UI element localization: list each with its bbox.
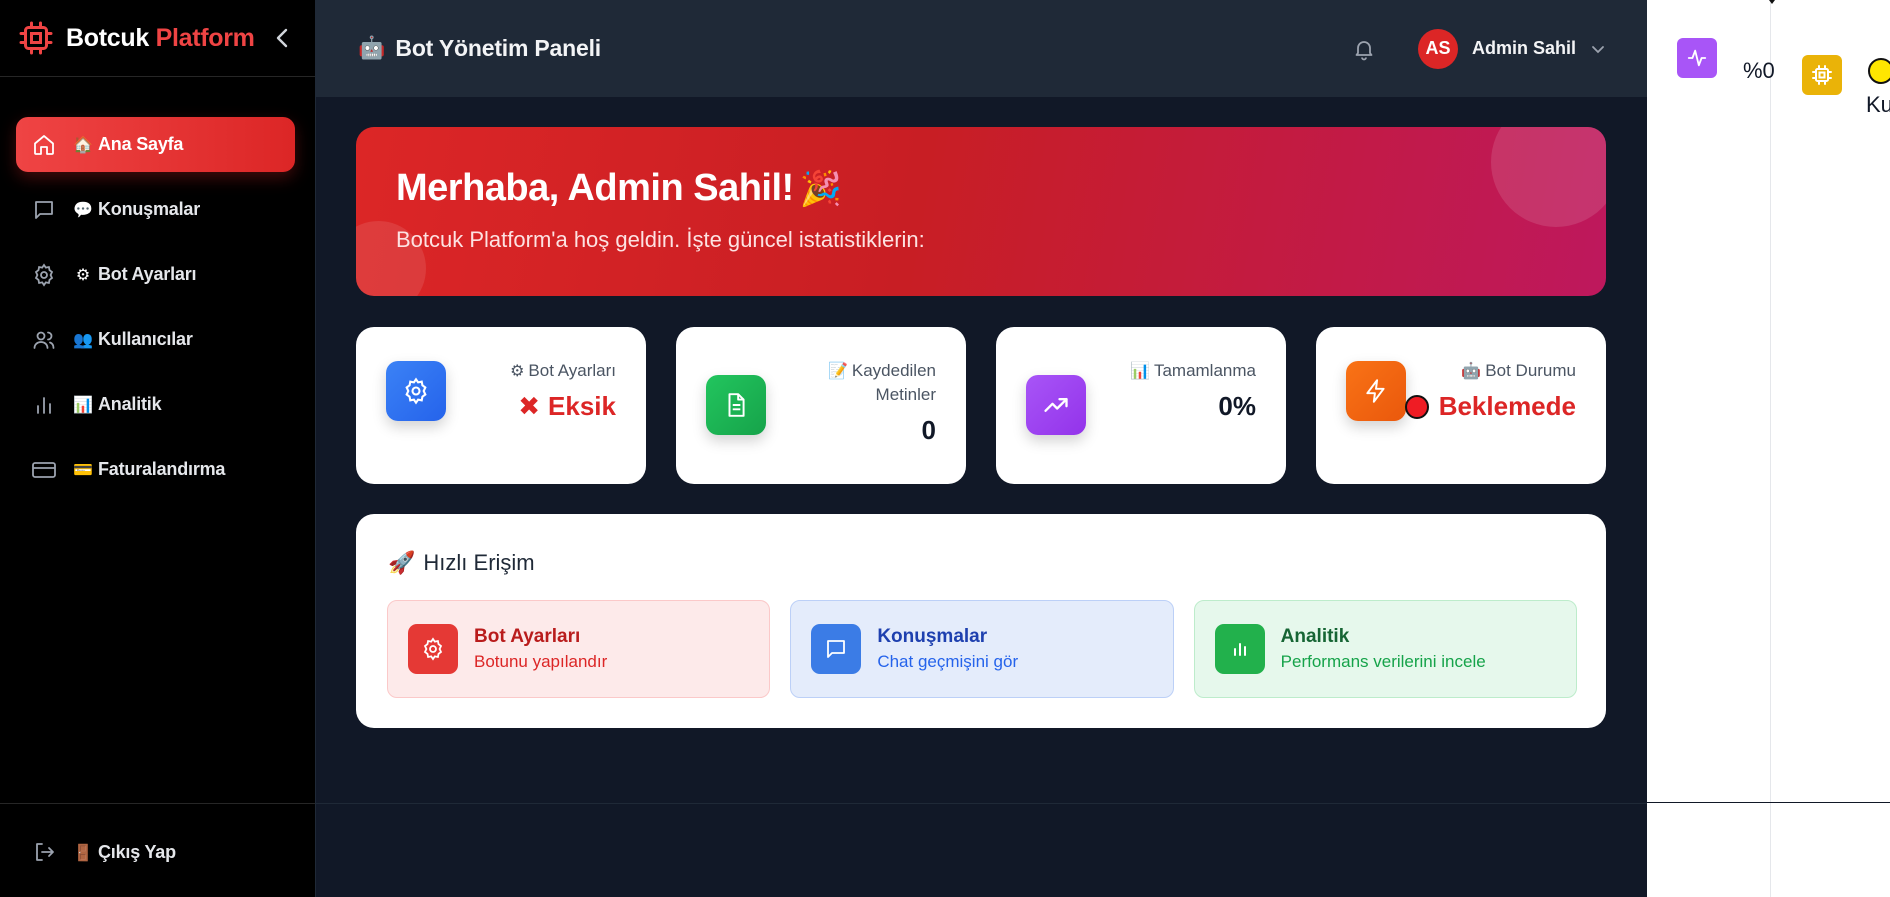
brand-name: Botcuk Platform xyxy=(66,23,255,52)
quick-card-title: Analitik xyxy=(1280,626,1350,647)
sidebar-item-konusmalar[interactable]: 💬 Konuşmalar xyxy=(16,182,295,237)
brand: Botcuk Platform xyxy=(0,0,315,77)
credit-card-icon xyxy=(30,456,58,484)
stat-value: ✖ Eksik xyxy=(518,391,616,422)
overflow-text: %0 xyxy=(1743,58,1775,83)
welcome-banner: Merhaba, Admin Sahil! 🎉 Botcuk Platform'a… xyxy=(356,127,1606,296)
sidebar-item-label: Kullanıcılar xyxy=(98,329,193,349)
right-overflow-panel: %0 Ku xyxy=(1647,0,1890,897)
quick-card-bot-settings[interactable]: Bot Ayarları Botunu yapılandır xyxy=(387,600,771,698)
sidebar-item-label: Bot Ayarları xyxy=(98,264,197,284)
users-icon xyxy=(30,326,58,354)
sidebar-item-label: Ana Sayfa xyxy=(98,134,184,154)
lightning-icon xyxy=(1346,361,1406,421)
logout-emoji: 🚪 xyxy=(73,842,93,862)
activity-icon xyxy=(1677,38,1717,78)
sidebar-item-emoji: 🏠 xyxy=(73,135,93,154)
sidebar-item-emoji: 💳 xyxy=(73,460,93,479)
gear-icon xyxy=(386,361,446,421)
welcome-subtitle: Botcuk Platform'a hoş geldin. İşte günce… xyxy=(396,227,925,252)
stat-label: 🤖 Bot Durumu xyxy=(1461,361,1576,380)
main-content: Merhaba, Admin Sahil! 🎉 Botcuk Platform'a… xyxy=(316,97,1648,803)
sidebar-item-label: Analitik xyxy=(98,394,162,414)
quick-card-desc: Performans verilerini incele xyxy=(1280,652,1486,671)
quick-card-desc: Chat geçmişini gör xyxy=(877,652,1019,671)
welcome-title: Merhaba, Admin Sahil! 🎉 xyxy=(396,167,842,209)
message-icon xyxy=(30,196,58,224)
sidebar-item-bot-ayarlari[interactable]: ⚙ Bot Ayarları xyxy=(16,247,295,302)
quick-card-desc: Botunu yapılandır xyxy=(474,652,608,671)
trending-up-icon xyxy=(1026,375,1086,435)
stat-label: ⚙ Bot Ayarları xyxy=(510,361,616,380)
document-icon xyxy=(706,375,766,435)
bell-icon[interactable] xyxy=(1346,31,1382,67)
sidebar-nav: 🏠 Ana Sayfa 💬 Konuşmalar ⚙ Bot Ayarları … xyxy=(0,77,315,497)
header-actions: AS Admin Sahil xyxy=(1346,28,1608,69)
sidebar-item-faturalandirma[interactable]: 💳 Faturalandırma xyxy=(16,442,295,497)
sidebar-item-emoji: 💬 xyxy=(73,200,93,219)
quick-access-grid: Bot Ayarları Botunu yapılandır Konuşmala… xyxy=(387,600,1577,698)
cpu-chip-icon xyxy=(1802,55,1842,95)
quick-card-analytics[interactable]: Analitik Performans verilerini incele xyxy=(1193,600,1577,698)
collapse-sidebar-chevron-left-icon[interactable] xyxy=(271,24,293,52)
stats-row: ⚙ Bot Ayarları ✖ Eksik 📝 Kaydedilen Metinler… xyxy=(356,327,1606,484)
cpu-chip-icon xyxy=(16,18,56,58)
stat-label: 📊 Tamamlanma xyxy=(1130,361,1256,380)
chevron-down-icon xyxy=(1588,39,1608,59)
user-name: Admin Sahil xyxy=(1471,38,1576,58)
logout-button[interactable]: 🚪 Çıkış Yap xyxy=(16,832,299,872)
divider xyxy=(316,803,1648,804)
sidebar-item-analitik[interactable]: 📊 Analitik xyxy=(16,377,295,432)
stat-value: Beklemede xyxy=(1404,391,1576,422)
sidebar-item-kullanicilar[interactable]: 👥 Kullanıcılar xyxy=(16,312,295,367)
divider xyxy=(1647,802,1890,803)
page-title: Bot Yönetim Paneli xyxy=(395,35,601,61)
stat-card-saved-texts: 📝 Kaydedilen Metinler 0 xyxy=(676,327,966,484)
sidebar-item-emoji: 📊 xyxy=(73,395,93,414)
quick-card-conversations[interactable]: Konuşmalar Chat geçmişini gör xyxy=(790,600,1174,698)
stat-value: 0 xyxy=(921,415,936,445)
quick-card-title: Bot Ayarları xyxy=(474,626,581,647)
robot-emoji-icon: 🤖 xyxy=(358,36,386,61)
home-icon xyxy=(30,131,58,159)
user-menu[interactable]: AS Admin Sahil xyxy=(1417,28,1608,69)
party-popper-icon: 🎉 xyxy=(799,169,842,209)
stat-card-bot-status: 🤖 Bot Durumu Beklemede xyxy=(1316,327,1606,484)
gear-icon xyxy=(30,261,58,289)
rocket-icon: 🚀 xyxy=(388,551,416,576)
avatar: AS xyxy=(1417,28,1458,69)
overflow-text: Ku xyxy=(1866,92,1890,117)
logout-label: Çıkış Yap xyxy=(98,841,176,862)
message-icon xyxy=(811,624,862,674)
divider-tick xyxy=(1769,0,1775,4)
sidebar-item-ana-sayfa[interactable]: 🏠 Ana Sayfa xyxy=(16,117,295,172)
stat-card-bot-settings: ⚙ Bot Ayarları ✖ Eksik xyxy=(356,327,646,484)
quick-access-panel: 🚀 Hızlı Erişim Bot Ayarları Botunu yapıla… xyxy=(356,514,1606,728)
gear-icon xyxy=(408,624,458,674)
top-header: 🤖 Bot Yönetim Paneli AS Admin Sahil xyxy=(316,0,1648,97)
decorative-circle xyxy=(1491,127,1606,227)
sidebar: Botcuk Platform 🏠 Ana Sayfa 💬 Konuşmalar… xyxy=(0,0,316,897)
sidebar-item-label: Faturalandırma xyxy=(98,459,226,479)
logout-section: 🚪 Çıkış Yap xyxy=(0,803,315,897)
bar-chart-icon xyxy=(1214,624,1265,674)
sidebar-item-emoji: 👥 xyxy=(73,330,93,349)
divider xyxy=(1770,0,1771,897)
cross-mark-icon: ✖ xyxy=(518,392,541,422)
sidebar-item-emoji: ⚙ xyxy=(75,265,91,284)
stat-value: 0% xyxy=(1218,391,1256,421)
quick-card-title: Konuşmalar xyxy=(877,626,988,647)
yellow-circle-icon xyxy=(1868,58,1890,84)
stat-card-completion: 📊 Tamamlanma 0% xyxy=(996,327,1286,484)
stat-label: 📝 Kaydedilen Metinler xyxy=(827,361,936,404)
bar-chart-icon xyxy=(30,391,58,419)
red-circle-icon xyxy=(1404,395,1429,419)
sidebar-item-label: Konuşmalar xyxy=(98,199,201,219)
logout-icon xyxy=(30,838,58,866)
quick-access-title: 🚀 Hızlı Erişim xyxy=(388,550,535,576)
